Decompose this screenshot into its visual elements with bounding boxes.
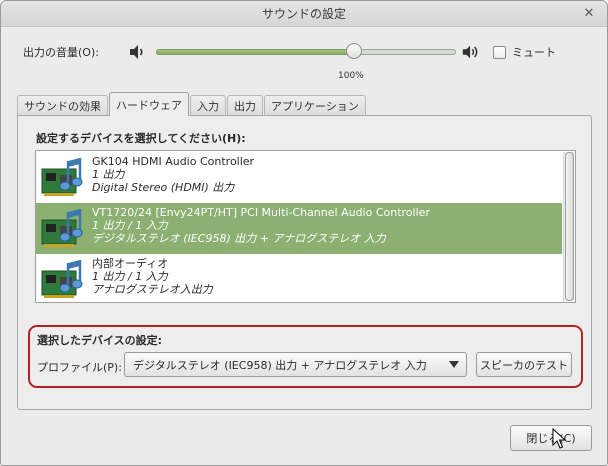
output-volume-row: 出力の音量(O): 100% ミュート — [23, 39, 583, 81]
tab-label: 入力 — [197, 100, 219, 113]
device-name: 内部オーディオ — [92, 257, 169, 270]
profile-dropdown[interactable]: デジタルステレオ (IEC958) 出力 + アナログステレオ 入力 — [124, 352, 467, 377]
hardware-tab-panel: 設定するデバイスを選択してください(H): GK104 HDMI Audio C… — [17, 115, 592, 410]
device-name: GK104 HDMI Audio Controller — [92, 155, 255, 168]
selected-device-settings: 選択したデバイスの設定: プロファイル(P): デジタルステレオ (IEC958… — [28, 325, 583, 388]
profile-label: プロファイル(P): — [37, 361, 122, 374]
tab-output[interactable]: 出力 — [227, 95, 263, 116]
tab-applications[interactable]: アプリケーション — [264, 95, 366, 116]
output-volume-label: 出力の音量(O): — [23, 46, 99, 59]
settings-title: 選択したデバイスの設定: — [37, 334, 163, 347]
scrollbar-thumb[interactable] — [565, 152, 574, 301]
tab-label: ハードウェア — [116, 98, 182, 112]
device-profile: Digital Stereo (HDMI) 出力 — [92, 181, 235, 194]
tab-label: 出力 — [234, 100, 256, 113]
device-row-vt1720[interactable]: VT1720/24 [Envy24PT/HT] PCI Multi-Channe… — [36, 203, 562, 254]
output-volume-slider[interactable] — [156, 43, 456, 59]
sound-card-icon — [41, 158, 83, 196]
device-name: VT1720/24 [Envy24PT/HT] PCI Multi-Channe… — [92, 206, 430, 219]
device-io-count: 1 出力 — [92, 168, 125, 181]
sound-card-icon — [41, 260, 83, 298]
device-row-internal-audio[interactable]: 内部オーディオ 1 出力 / 1 入力 アナログステレオ入出力 — [36, 254, 562, 302]
device-list-scrollbar[interactable] — [563, 152, 574, 301]
device-profile: アナログステレオ入出力 — [92, 283, 213, 296]
speaker-low-icon — [130, 45, 143, 59]
device-info: GK104 HDMI Audio Controller 1 出力 Digital… — [92, 155, 254, 194]
device-info: VT1720/24 [Envy24PT/HT] PCI Multi-Channe… — [92, 206, 430, 245]
tab-hardware[interactable]: ハードウェア — [109, 92, 189, 116]
tab-bar: サウンドの効果 ハードウェア 入力 出力 アプリケーション — [17, 92, 367, 116]
tab-label: サウンドの効果 — [24, 100, 101, 113]
sound-card-icon — [41, 209, 83, 247]
tab-input[interactable]: 入力 — [190, 95, 226, 116]
dropdown-arrow-icon — [449, 361, 459, 368]
device-io-count: 1 出力 / 1 入力 — [92, 219, 168, 232]
device-select-label: 設定するデバイスを選択してください(H): — [36, 132, 246, 145]
titlebar: サウンドの設定 ✕ — [1, 1, 607, 27]
device-row-gk104[interactable]: GK104 HDMI Audio Controller 1 出力 Digital… — [36, 152, 562, 203]
window-close-icon[interactable]: ✕ — [581, 6, 597, 22]
device-io-count: 1 出力 / 1 入力 — [92, 270, 168, 283]
tab-label: アプリケーション — [271, 100, 359, 113]
mute-checkbox[interactable] — [493, 45, 506, 59]
slider-handle[interactable] — [346, 43, 362, 59]
slider-fill — [156, 49, 354, 55]
volume-percent: 100% — [338, 71, 364, 81]
mute-toggle[interactable]: ミュート — [493, 44, 556, 60]
device-list: GK104 HDMI Audio Controller 1 出力 Digital… — [35, 150, 576, 303]
profile-selected-value: デジタルステレオ (IEC958) 出力 + アナログステレオ 入力 — [133, 358, 427, 372]
tab-sound-effects[interactable]: サウンドの効果 — [17, 95, 108, 116]
close-button[interactable]: 閉じる(C) — [510, 425, 592, 451]
window-title: サウンドの設定 — [261, 7, 346, 21]
mouse-pointer-icon — [552, 428, 566, 449]
speaker-test-button[interactable]: スピーカのテスト — [476, 352, 572, 377]
device-profile: デジタルステレオ (IEC958) 出力 + アナログステレオ 入力 — [92, 232, 386, 245]
mute-label: ミュート — [512, 46, 556, 59]
speaker-high-icon — [462, 45, 478, 59]
device-info: 内部オーディオ 1 出力 / 1 入力 アナログステレオ入出力 — [92, 257, 213, 296]
sound-settings-window: サウンドの設定 ✕ 出力の音量(O): 100% ミュート サウンドの効果 ハー… — [0, 0, 608, 466]
